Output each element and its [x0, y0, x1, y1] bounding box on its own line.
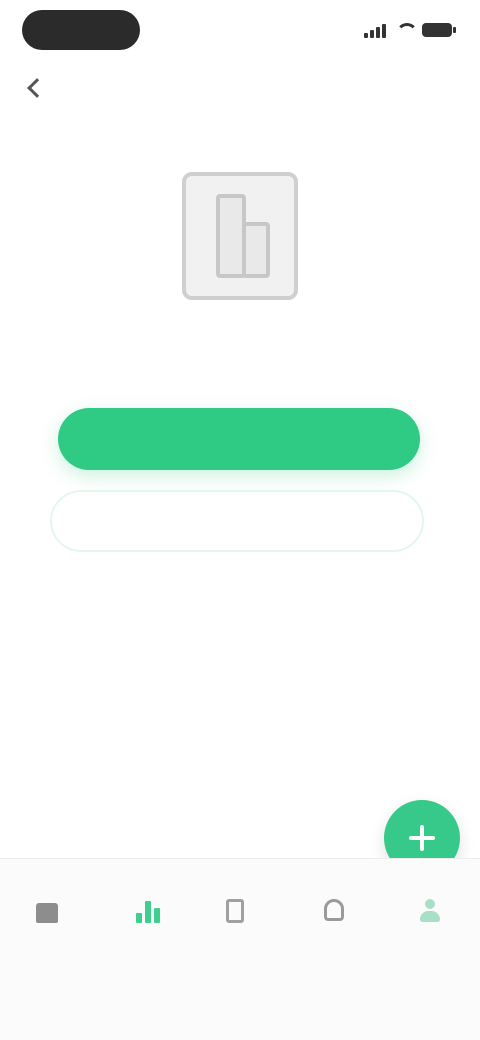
nav-item-profile[interactable] [402, 899, 462, 969]
document-icon [226, 899, 244, 923]
nav-item-notifications[interactable] [306, 899, 366, 969]
home-icon [36, 903, 58, 923]
chart-icon [136, 901, 162, 923]
top-header [0, 60, 480, 116]
chevron-left-icon [27, 78, 47, 98]
nav-item-chart[interactable] [118, 899, 178, 969]
battery-icon [422, 23, 456, 37]
back-button[interactable] [14, 68, 54, 108]
bell-icon [324, 899, 344, 921]
app-screen [0, 0, 480, 1040]
status-icons [364, 20, 456, 40]
primary-action-button[interactable] [58, 408, 420, 470]
nav-item-home[interactable] [18, 899, 78, 969]
nav-item-documents[interactable] [208, 899, 268, 969]
signal-icon [364, 22, 386, 38]
bottom-nav [0, 858, 480, 1040]
secondary-action-button[interactable] [50, 490, 424, 552]
user-icon [420, 899, 440, 923]
document-icon [182, 172, 298, 300]
status-time-pill [22, 10, 140, 50]
wifi-icon [394, 23, 418, 37]
